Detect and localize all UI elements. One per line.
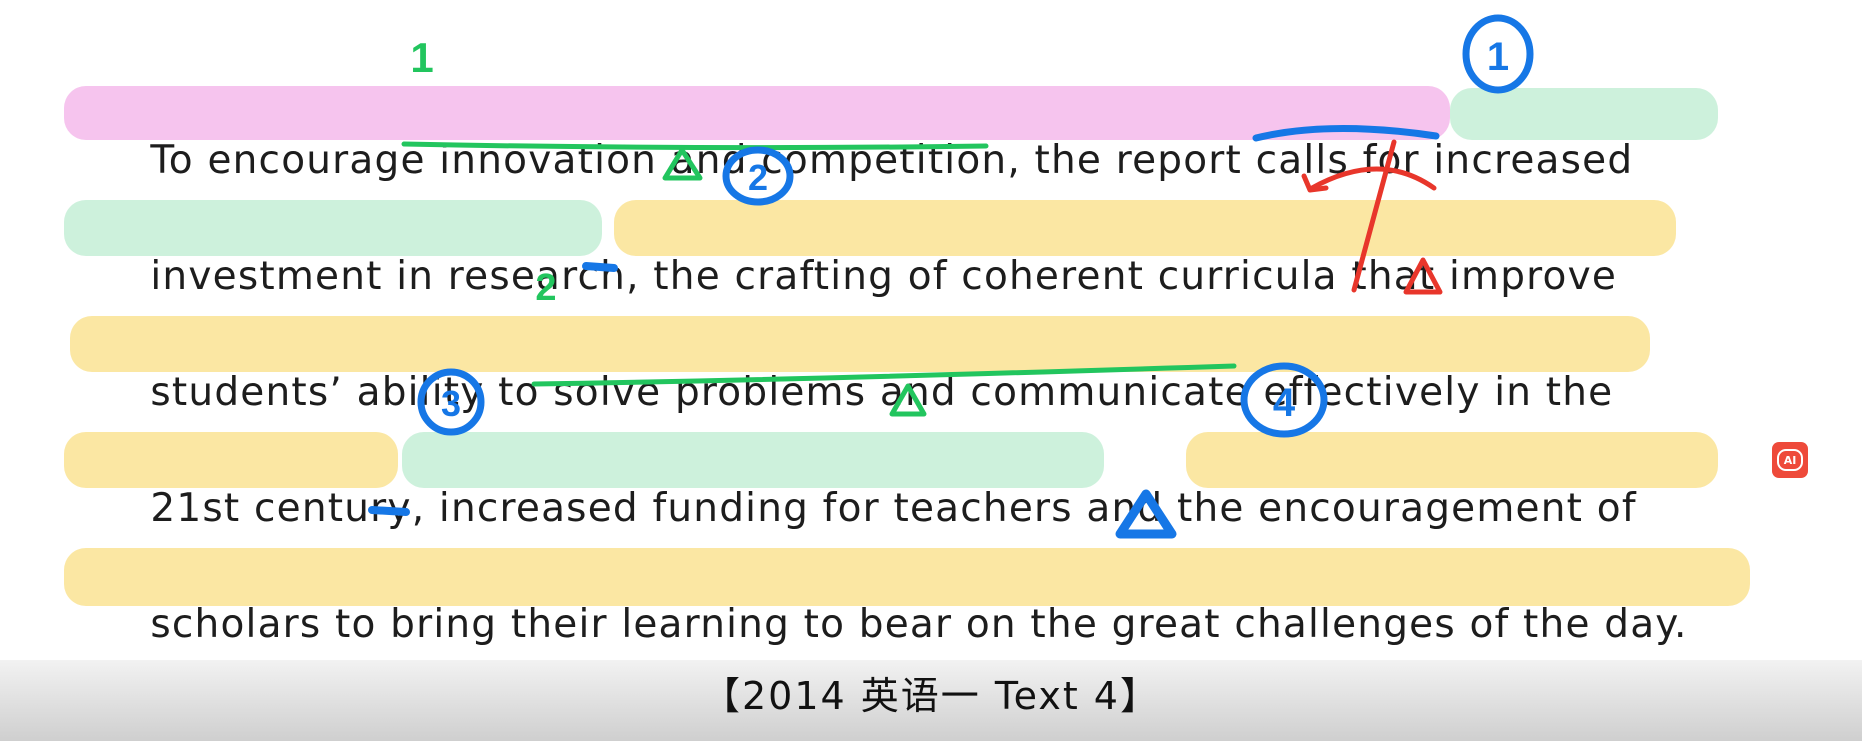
blue-dash-1 [582, 262, 618, 272]
source-caption: 【2014 英语一 Text 4】 [702, 674, 1160, 718]
red-arrow [1309, 166, 1437, 191]
blue-dash-2 [368, 506, 410, 516]
blue-circle-3-label: 3 [441, 383, 461, 424]
green-underline-2 [531, 363, 1237, 387]
red-triangle [1403, 257, 1443, 295]
ai-icon: AI [1777, 449, 1803, 471]
red-slash [1351, 139, 1397, 293]
ai-assistant-button[interactable]: AI [1772, 442, 1808, 478]
blue-circle-2-label: 2 [748, 157, 768, 198]
green-underline-1 [401, 141, 989, 151]
green-mark-1: 1 [410, 34, 433, 81]
green-mark-2: 2 [535, 267, 556, 309]
blue-triangle [1115, 489, 1177, 539]
green-triangle-1 [662, 147, 703, 181]
blue-underline-calls-for [1252, 125, 1440, 142]
ink-annotations: 1 2 1 2 3 4 [368, 14, 1534, 539]
blue-circle-4-label: 4 [1273, 381, 1296, 425]
note-canvas: To encourage innovation and competition,… [0, 0, 1862, 741]
green-triangle-2 [889, 383, 927, 417]
blue-circle-1-label: 1 [1487, 35, 1509, 79]
